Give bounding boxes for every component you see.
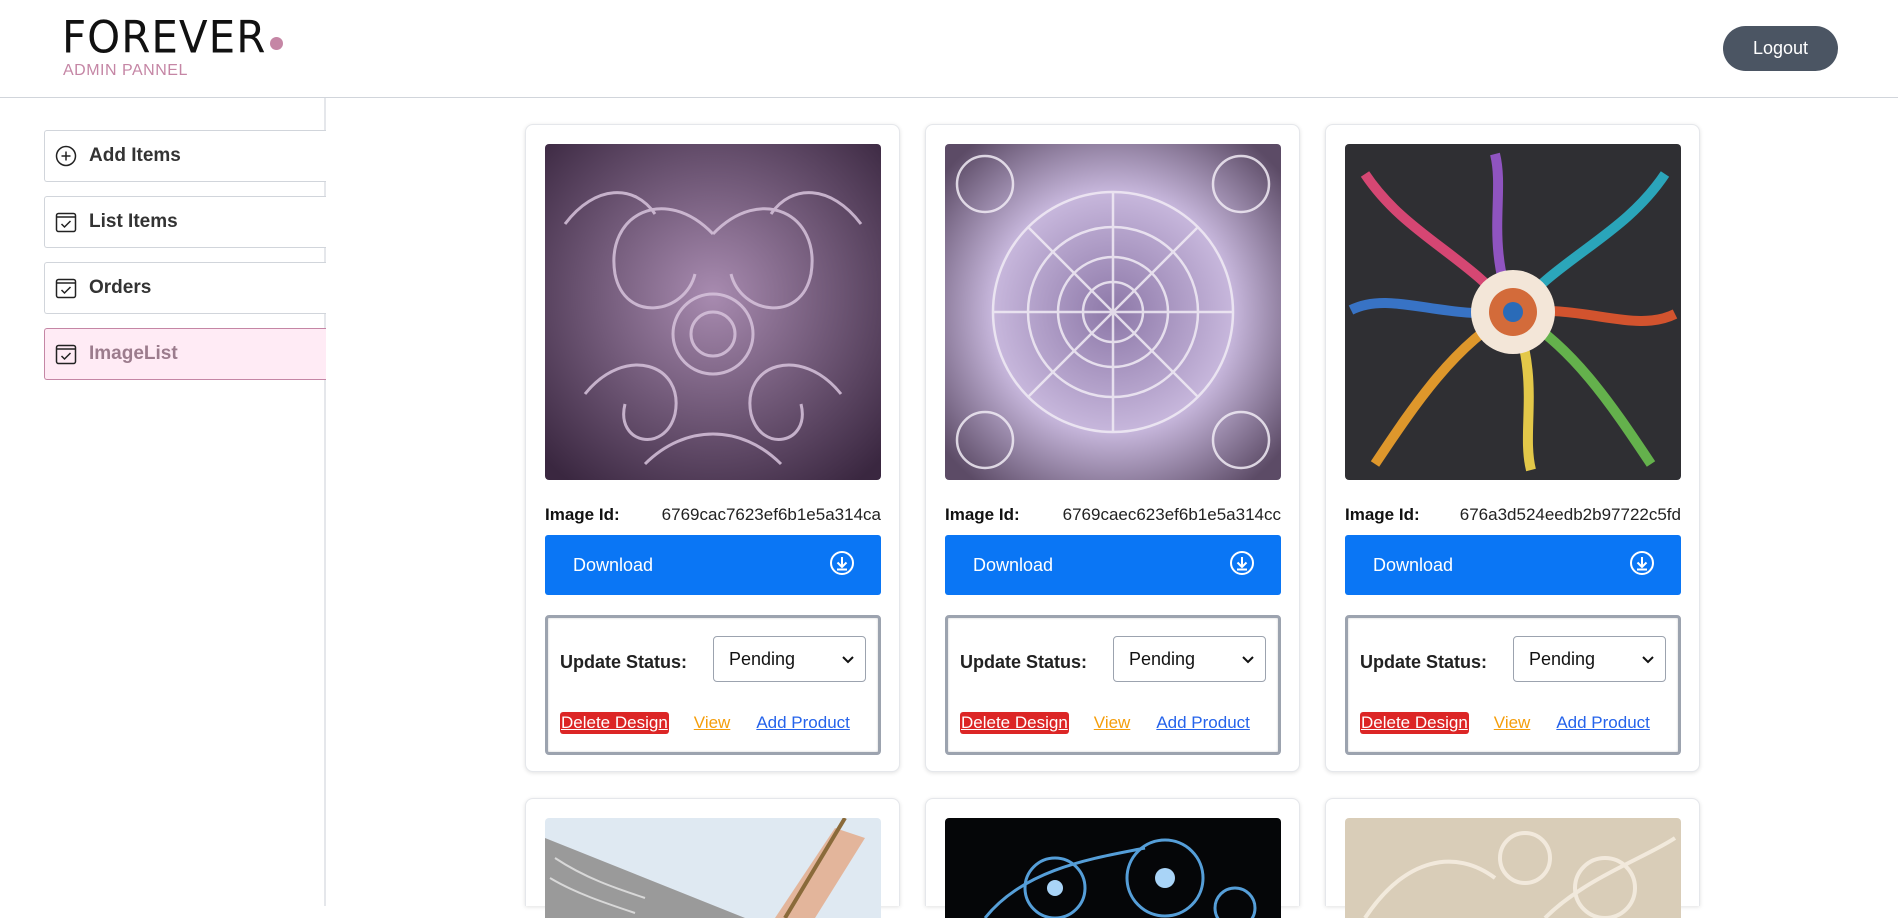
sidebar-item-imagelist[interactable]: ImageList: [44, 328, 326, 380]
plus-circle-icon: [55, 145, 77, 167]
sidebar-item-label: ImageList: [89, 343, 178, 364]
card-actions: Delete Design View Add Product: [560, 712, 850, 734]
design-image: [945, 144, 1281, 480]
design-card: Image Id: 6769caec623ef6b1e5a314cc Downl…: [925, 124, 1300, 772]
card-actions: Delete Design View Add Product: [960, 712, 1250, 734]
sidebar-item-orders[interactable]: Orders: [44, 262, 326, 314]
checkbox-icon: [55, 277, 77, 299]
status-select[interactable]: Pending: [1113, 636, 1266, 682]
logo-subtitle: ADMIN PANNEL: [63, 62, 188, 79]
sidebar-item-label: List Items: [89, 211, 178, 232]
view-link[interactable]: View: [1094, 713, 1131, 733]
update-status-label: Update Status:: [560, 652, 688, 672]
card-actions: Delete Design View Add Product: [1360, 712, 1650, 734]
status-select-value: Pending: [729, 648, 796, 669]
logout-button[interactable]: Logout: [1723, 26, 1838, 71]
image-id-value: 676a3d524eedb2b97722c5fd: [1459, 505, 1681, 524]
design-image: [1345, 144, 1681, 480]
chevron-down-icon: [1241, 649, 1255, 670]
chevron-down-icon: [841, 649, 855, 670]
view-link[interactable]: View: [694, 713, 731, 733]
add-product-link[interactable]: Add Product: [1156, 713, 1250, 733]
download-icon: [1229, 550, 1255, 581]
checkbox-icon: [55, 343, 77, 365]
image-id-label: Image Id:: [1345, 505, 1420, 524]
logo-text: FOREVER: [62, 11, 267, 64]
status-select-value: Pending: [1529, 648, 1596, 669]
design-card: [525, 798, 900, 918]
download-icon: [1629, 550, 1655, 581]
add-product-link[interactable]: Add Product: [1556, 713, 1650, 733]
status-panel: Update Status: Pending Delete Design Vie…: [945, 615, 1281, 755]
status-panel: Update Status: Pending Delete Design Vie…: [1345, 615, 1681, 755]
delete-design-button[interactable]: Delete Design: [1360, 712, 1469, 734]
sidebar-item-label: Add Items: [89, 145, 181, 166]
top-bar: FOREVER ADMIN PANNEL Logout: [0, 0, 1898, 98]
logo: FOREVER ADMIN PANNEL: [62, 11, 284, 80]
delete-design-button[interactable]: Delete Design: [560, 712, 669, 734]
sidebar-item-list-items[interactable]: List Items: [44, 196, 326, 248]
download-button[interactable]: Download: [945, 535, 1281, 595]
chevron-down-icon: [1641, 649, 1655, 670]
status-select-value: Pending: [1129, 648, 1196, 669]
sidebar-item-label: Orders: [89, 277, 152, 298]
design-image: [1345, 818, 1681, 918]
checkbox-icon: [55, 211, 77, 233]
download-label: Download: [973, 554, 1054, 575]
status-panel: Update Status: Pending Delete Design Vie…: [545, 615, 881, 755]
download-button[interactable]: Download: [545, 535, 881, 595]
image-id-label: Image Id:: [545, 505, 620, 524]
status-select[interactable]: Pending: [1513, 636, 1666, 682]
sidebar: Add Items List Items Orders ImageList: [0, 98, 326, 906]
image-id-row: Image Id: 6769cac7623ef6b1e5a314ca: [545, 505, 881, 525]
design-card: [925, 798, 1300, 918]
update-status-label: Update Status:: [960, 652, 1088, 672]
design-image: [545, 144, 881, 480]
design-card: [1325, 798, 1700, 918]
view-link[interactable]: View: [1494, 713, 1531, 733]
design-card: Image Id: 6769cac7623ef6b1e5a314ca Downl…: [525, 124, 900, 772]
update-status-label: Update Status:: [1360, 652, 1488, 672]
image-id-label: Image Id:: [945, 505, 1020, 524]
logo-dot: [270, 37, 284, 50]
image-id-row: Image Id: 6769caec623ef6b1e5a314cc: [945, 505, 1281, 525]
image-id-value: 6769cac7623ef6b1e5a314ca: [661, 505, 881, 524]
download-icon: [829, 550, 855, 581]
download-label: Download: [573, 554, 654, 575]
design-image: [545, 818, 881, 918]
design-image: [945, 818, 1281, 918]
download-button[interactable]: Download: [1345, 535, 1681, 595]
image-id-value: 6769caec623ef6b1e5a314cc: [1062, 505, 1281, 524]
status-select[interactable]: Pending: [713, 636, 866, 682]
delete-design-button[interactable]: Delete Design: [960, 712, 1069, 734]
design-card: Image Id: 676a3d524eedb2b97722c5fd Downl…: [1325, 124, 1700, 772]
add-product-link[interactable]: Add Product: [756, 713, 850, 733]
image-id-row: Image Id: 676a3d524eedb2b97722c5fd: [1345, 505, 1681, 525]
download-label: Download: [1373, 554, 1454, 575]
sidebar-item-add-items[interactable]: Add Items: [44, 130, 326, 182]
